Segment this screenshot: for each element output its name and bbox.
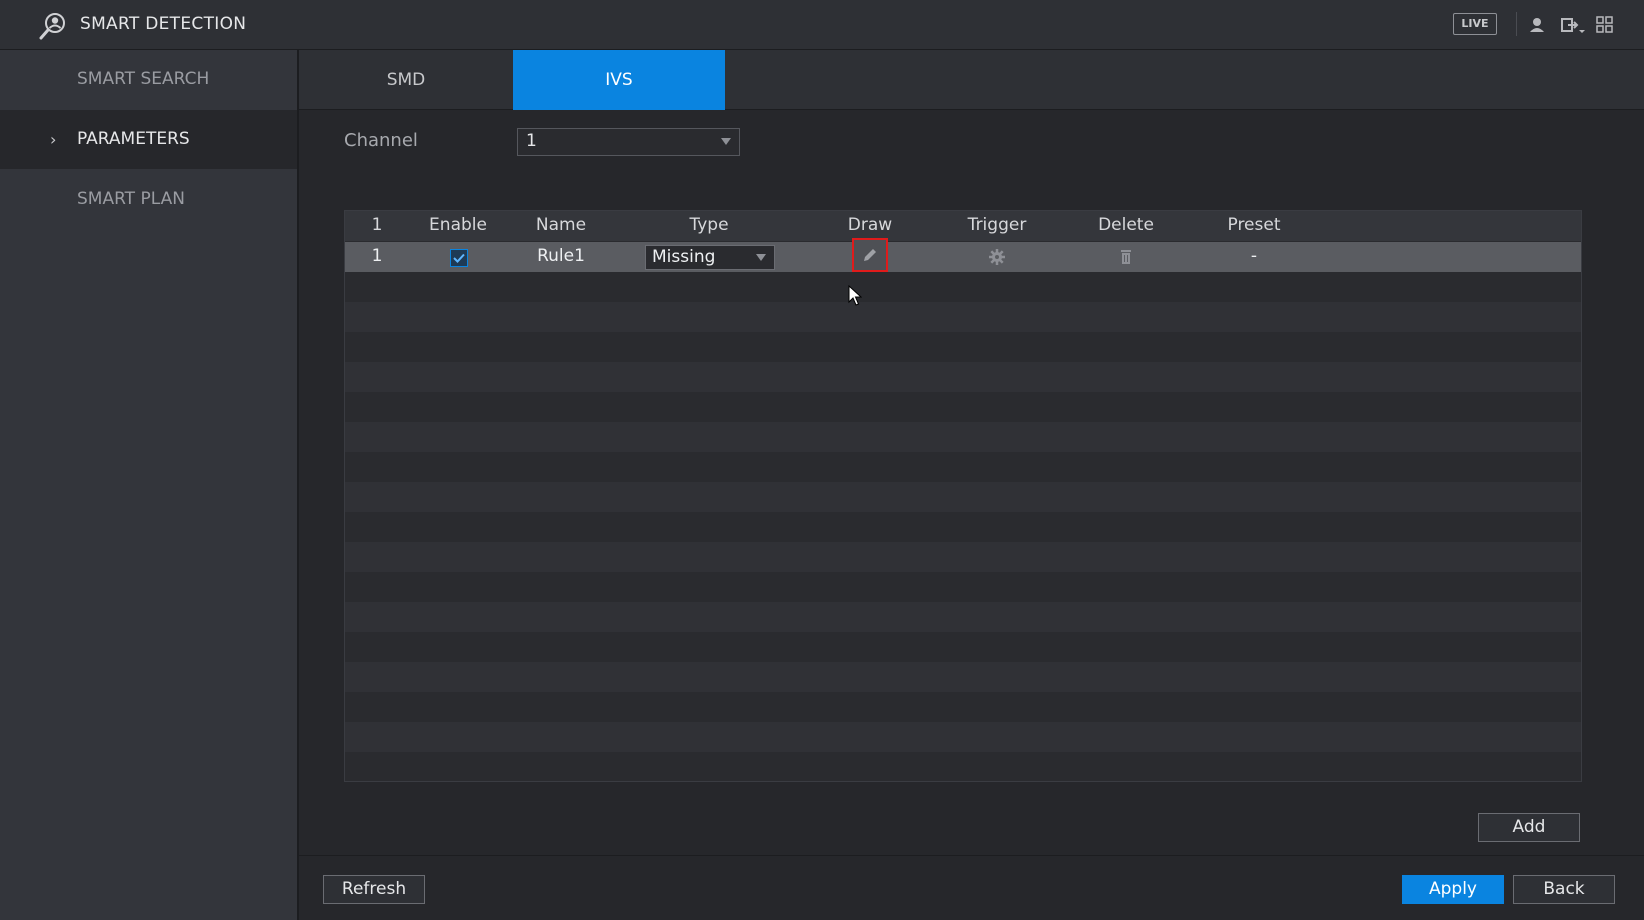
- top-header-bar: [0, 0, 1644, 50]
- empty-row: [345, 662, 1581, 692]
- chevron-right-icon: ›: [50, 130, 57, 149]
- empty-row: [345, 722, 1581, 752]
- empty-row: [345, 452, 1581, 482]
- empty-row: [345, 512, 1581, 542]
- apply-button[interactable]: Apply: [1402, 875, 1504, 904]
- column-header-preset: Preset: [1227, 215, 1281, 235]
- row-index: 1: [371, 246, 383, 266]
- column-header-delete: Delete: [1098, 215, 1154, 235]
- column-header-trigger: Trigger: [967, 215, 1027, 235]
- add-button[interactable]: Add: [1478, 813, 1580, 842]
- app-title: SMART DETECTION: [80, 14, 247, 34]
- trash-icon[interactable]: [1117, 248, 1135, 266]
- empty-row: [345, 482, 1581, 512]
- smart-detection-icon: [39, 13, 65, 40]
- column-header-draw: Draw: [847, 215, 893, 235]
- empty-row: [345, 302, 1581, 332]
- checkmark-icon: [453, 253, 465, 263]
- grid-icon[interactable]: [1595, 15, 1615, 35]
- sidebar-divider: [297, 50, 299, 920]
- column-header-type: Type: [689, 215, 729, 235]
- empty-row: [345, 752, 1581, 781]
- live-button[interactable]: LIVE: [1453, 13, 1497, 35]
- sidebar-item-smart-search[interactable]: SMART SEARCH: [0, 50, 297, 109]
- chevron-down-icon: [721, 138, 731, 145]
- empty-row: [345, 542, 1581, 572]
- column-header-enable: Enable: [429, 215, 487, 235]
- tab-ivs[interactable]: IVS: [513, 50, 725, 110]
- sidebar-item-label: SMART SEARCH: [77, 69, 210, 89]
- empty-row: [345, 392, 1581, 422]
- mouse-cursor-icon: [848, 285, 862, 306]
- empty-row: [345, 272, 1581, 302]
- preset-value: -: [1250, 246, 1258, 266]
- empty-row: [345, 692, 1581, 722]
- table-header: 1 Enable Name Type Draw Trigger Delete P…: [345, 211, 1581, 241]
- empty-row: [345, 422, 1581, 452]
- pencil-icon: [864, 249, 876, 261]
- chevron-down-icon: [756, 254, 766, 261]
- empty-row: [345, 362, 1581, 392]
- channel-select[interactable]: 1: [517, 128, 740, 156]
- table-row[interactable]: 1 Rule1 Missing -: [345, 238, 1581, 272]
- empty-row: [345, 632, 1581, 662]
- rule-name: Rule1: [537, 246, 585, 266]
- back-button[interactable]: Back: [1513, 875, 1615, 904]
- sidebar-item-label: PARAMETERS: [77, 129, 190, 149]
- empty-row: [345, 602, 1581, 632]
- sidebar-item-smart-plan[interactable]: SMART PLAN: [0, 170, 297, 229]
- draw-button[interactable]: [852, 238, 888, 272]
- footer-divider: [299, 855, 1644, 856]
- tab-smd[interactable]: SMD: [300, 50, 512, 110]
- user-icon[interactable]: [1527, 15, 1547, 35]
- logout-icon[interactable]: [1560, 15, 1586, 35]
- refresh-button[interactable]: Refresh: [323, 875, 425, 904]
- column-header-index: 1: [371, 215, 383, 235]
- gear-icon[interactable]: [988, 248, 1006, 266]
- sidebar-item-parameters[interactable]: › PARAMETERS: [0, 110, 297, 169]
- sidebar-item-label: SMART PLAN: [77, 189, 185, 209]
- type-select[interactable]: Missing: [645, 245, 775, 270]
- enable-checkbox[interactable]: [450, 249, 468, 267]
- channel-value: 1: [526, 131, 537, 151]
- empty-row: [345, 572, 1581, 602]
- channel-label: Channel: [344, 130, 418, 151]
- header-divider: [1516, 12, 1517, 36]
- rules-table: 1 Enable Name Type Draw Trigger Delete P…: [344, 210, 1582, 782]
- type-value: Missing: [652, 247, 716, 267]
- column-header-name: Name: [535, 215, 587, 235]
- empty-row: [345, 332, 1581, 362]
